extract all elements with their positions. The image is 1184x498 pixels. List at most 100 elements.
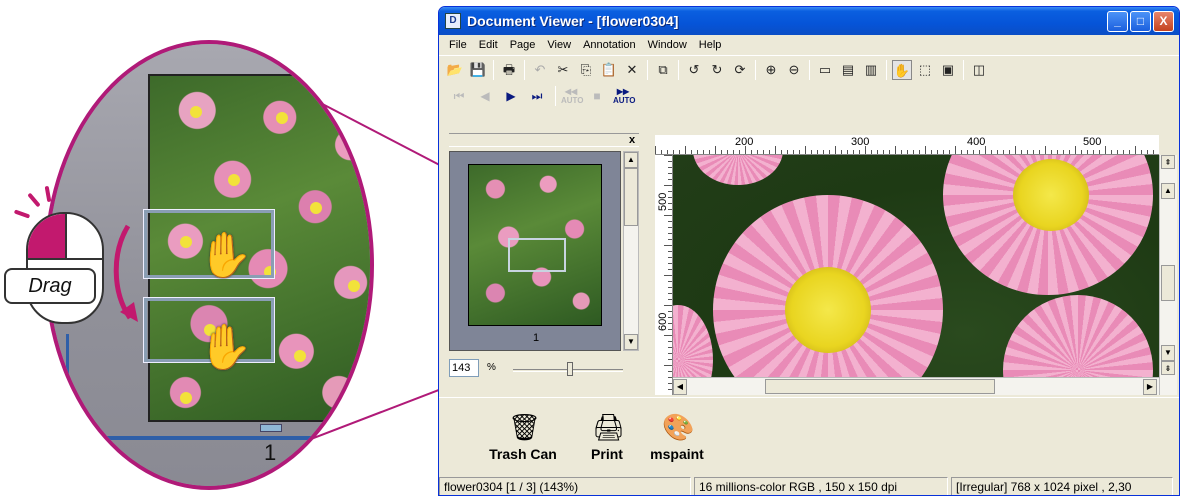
ruler-tick [907,150,908,154]
auto-forward-icon[interactable]: ▶▶ AUTO [613,86,636,106]
menu-window[interactable]: Window [642,39,693,51]
image-horizontal-scrollbar[interactable]: ◀ ▶ [673,377,1159,395]
auto-forward-label: AUTO [613,96,636,105]
fit-height-icon[interactable]: ▥ [861,60,881,80]
thumbnail-pane: x 1 ▲ ▼ 143 % [449,133,639,395]
hand-tool-icon[interactable]: ✋ [892,59,912,80]
status-color-info: 16 millions-color RGB , 150 x 150 dpi [694,477,948,495]
menu-help[interactable]: Help [693,39,728,51]
select-area-icon[interactable]: ⬚ [915,60,935,80]
scroll-left-icon[interactable]: ◀ [673,379,687,395]
left-button-highlight [28,214,65,258]
ruler-tick [853,150,854,154]
print-icon[interactable]: 🖶 [499,60,519,80]
ruler-tick [715,146,716,154]
ruler-tick [877,150,878,154]
copy-icon[interactable]: ⎘ [576,60,596,80]
ruler-tick [668,269,672,270]
mspaint-item[interactable]: 🎨 mspaint [635,412,719,462]
menu-edit[interactable]: Edit [473,39,504,51]
ruler-tick [835,146,836,154]
copy-page-icon[interactable]: ⧉ [653,60,673,80]
document-image-view[interactable] [673,155,1159,377]
thumbnail-area[interactable]: 1 [449,151,621,351]
minimize-button[interactable]: _ [1107,10,1128,32]
save-icon[interactable]: 💾 [468,60,488,80]
crop-icon[interactable]: ▣ [938,60,958,80]
ruler-tick [664,365,672,366]
scroll-down-icon[interactable]: ▼ [1161,345,1175,361]
thumbnail-toggle-icon[interactable]: ◫ [969,60,989,80]
auto-reverse-icon[interactable]: ◀◀ AUTO [561,86,584,106]
paste-icon[interactable]: 📋 [599,60,619,80]
next-page-icon[interactable]: ▶ [501,86,521,106]
rotate-icon[interactable]: ⟳ [730,60,750,80]
fit-width-icon[interactable]: ▤ [838,60,858,80]
ruler-tick [787,150,788,154]
scroll-up-icon[interactable]: ▲ [624,152,638,168]
open-folder-icon[interactable]: 📂 [445,60,465,80]
ruler-tick [1093,150,1094,154]
undo-icon[interactable]: ↶ [530,60,550,80]
menu-file[interactable]: File [443,39,473,51]
scroll-up-icon[interactable]: ▲ [1161,183,1175,199]
zoom-in-icon[interactable]: ⊕ [761,60,781,80]
close-button[interactable]: X [1153,10,1174,32]
cut-icon[interactable]: ✂ [553,60,573,80]
ruler-tick [895,146,896,154]
first-page-icon[interactable]: ⏮ [449,86,469,106]
rotate-left-icon[interactable]: ↺ [684,60,704,80]
title-bar[interactable]: D Document Viewer - [flower0304] _ □ X [439,7,1179,35]
ruler-tick [1153,150,1154,154]
ruler-tick [739,150,740,154]
trash-can-icon[interactable]: 🗑 [508,412,541,442]
ruler-tick [1081,150,1082,154]
printer-icon[interactable]: 🖨 [592,412,625,442]
paint-icon[interactable]: 🎨 [662,412,694,442]
fit-page-icon[interactable]: ▭ [815,60,835,80]
last-page-icon[interactable]: ⏭ [527,86,547,106]
pane-divider [58,436,370,440]
ruler-tick [991,150,992,154]
ruler-tick [1087,150,1088,154]
zoom-input[interactable]: 143 [449,359,479,377]
scroll-page-down-icon[interactable]: ⇟ [1161,361,1175,375]
image-vertical-scrollbar[interactable]: ⇞ ▲ ▼ ⇟ [1159,155,1177,395]
ruler-tick [668,287,672,288]
scroll-thumb[interactable] [1161,265,1175,301]
ruler-tick [997,150,998,154]
trash-can-item[interactable]: 🗑 Trash Can [481,412,565,462]
hand-cursor-icon: ✋ [198,323,253,372]
scroll-down-icon[interactable]: ▼ [624,334,638,350]
click-mark [27,192,41,208]
thumbnail-close-button[interactable]: x [625,134,639,148]
zoom-out-icon[interactable]: ⊖ [784,60,804,80]
scroll-right-icon[interactable]: ▶ [1143,379,1157,395]
ruler-tick [685,146,686,154]
ruler-tick [979,150,980,154]
ruler-tick [1003,150,1004,154]
stop-icon[interactable]: ■ [587,86,607,106]
menu-page[interactable]: Page [504,39,542,51]
thumbnail-view-rect[interactable] [508,238,566,272]
ruler-tick [781,150,782,154]
ruler-label: 300 [851,136,870,148]
ruler-tick [668,191,672,192]
thumbnail-scrollbar[interactable]: ▲ ▼ [623,151,639,351]
ruler-tick [703,150,704,154]
rotate-right-icon[interactable]: ↻ [707,60,727,80]
maximize-button[interactable]: □ [1130,10,1151,32]
scroll-thumb[interactable] [765,379,995,394]
menu-annotation[interactable]: Annotation [577,39,642,51]
auto-reverse-label: AUTO [561,96,584,105]
menu-view[interactable]: View [541,39,577,51]
ruler-tick [1117,150,1118,154]
scroll-page-up-icon[interactable]: ⇞ [1161,155,1175,169]
ruler-tick [668,341,672,342]
ruler-tick [668,221,672,222]
previous-page-icon[interactable]: ◀ [475,86,495,106]
ruler-tick [664,155,672,156]
zoom-slider-thumb[interactable] [567,362,573,376]
delete-icon[interactable]: ✕ [622,60,642,80]
scroll-thumb[interactable] [624,168,638,226]
